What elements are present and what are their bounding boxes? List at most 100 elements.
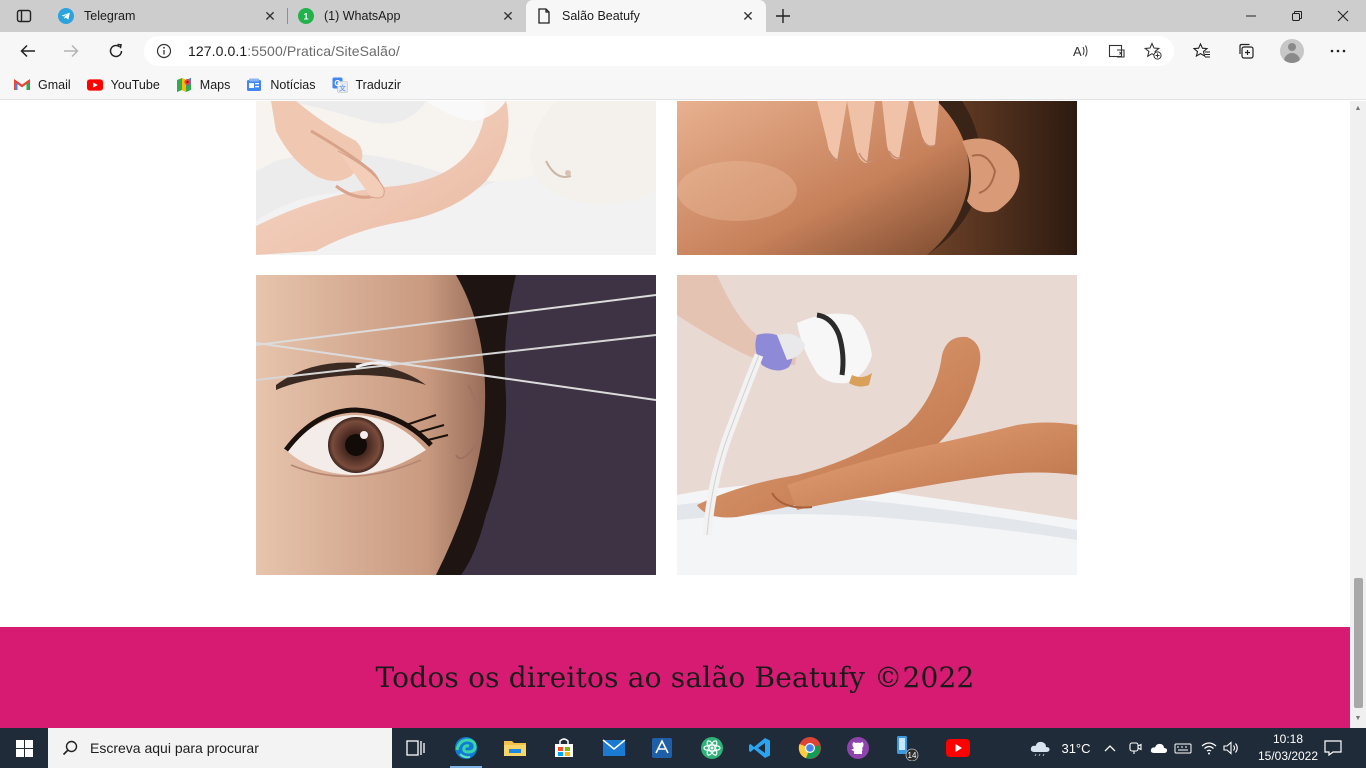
mail-icon <box>602 739 626 756</box>
read-aloud-icon[interactable]: A <box>1070 41 1092 61</box>
volume-button[interactable] <box>1220 728 1242 768</box>
add-favorite-icon[interactable] <box>1142 41 1164 61</box>
store-icon <box>555 738 573 757</box>
whatsapp-icon: 1 <box>298 8 314 24</box>
footer-copyright: Todos os direitos ao salão Beatufy ©2022 <box>375 661 975 694</box>
onedrive-button[interactable] <box>1148 728 1170 768</box>
clock-date: 15/03/2022 <box>1257 749 1319 763</box>
wifi-button[interactable] <box>1198 728 1220 768</box>
url-path: :5500/Pratica/SiteSalão/ <box>247 43 400 59</box>
tab-bar: Telegram ✕ 1 (1) WhatsApp ✕ Salão Beatuf… <box>0 0 1366 32</box>
restore-icon <box>1292 11 1302 21</box>
chrome-button[interactable] <box>786 728 834 768</box>
address-bar[interactable]: 127.0.0.1:5500/Pratica/SiteSalão/ A <box>144 36 1174 66</box>
close-tab-icon[interactable]: ✕ <box>500 8 516 24</box>
bookmark-news[interactable]: Notícias <box>246 77 316 93</box>
taskbar-clock[interactable]: 10:18 15/03/2022 <box>1252 731 1324 765</box>
bookmark-label: Maps <box>199 77 231 92</box>
immersive-reader-icon[interactable] <box>1106 41 1128 61</box>
show-hidden-icons-button[interactable] <box>1100 728 1120 768</box>
edge-taskbar-button[interactable] <box>442 728 490 768</box>
settings-menu-button[interactable] <box>1322 35 1354 67</box>
input-indicator[interactable] <box>1172 728 1194 768</box>
massage-image <box>677 101 1077 255</box>
app-icon <box>652 738 672 758</box>
tab-telegram[interactable]: Telegram ✕ <box>48 0 288 32</box>
refresh-button[interactable] <box>100 35 132 67</box>
close-icon <box>1337 10 1349 22</box>
search-placeholder: Escreva aqui para procurar <box>90 740 259 756</box>
page-scrollbar[interactable]: ▲ ▼ <box>1350 101 1366 728</box>
weather-widget[interactable]: 31°C <box>1024 728 1096 768</box>
site-info-icon[interactable] <box>156 43 172 59</box>
forward-arrow-icon <box>64 44 79 58</box>
bookmark-label: Gmail <box>38 77 71 92</box>
minimize-button[interactable] <box>1228 0 1274 32</box>
atom-button[interactable] <box>688 728 736 768</box>
more-options-icon <box>1330 49 1346 53</box>
tab-label: (1) WhatsApp <box>324 9 401 23</box>
translate-icon: G文 <box>332 77 348 93</box>
notifications-button[interactable] <box>1318 728 1348 768</box>
github-icon <box>847 737 869 759</box>
store-button[interactable] <box>540 728 588 768</box>
bookmark-maps[interactable]: Maps <box>176 77 231 93</box>
restore-button[interactable] <box>1274 0 1320 32</box>
start-button[interactable] <box>0 728 48 768</box>
news-icon <box>246 77 262 93</box>
chevron-up-icon <box>1104 745 1116 752</box>
phone-link-button[interactable]: 14 <box>884 728 932 768</box>
facial-mask-image <box>256 101 656 255</box>
collections-button[interactable] <box>1230 35 1262 67</box>
url-text: 127.0.0.1:5500/Pratica/SiteSalão/ <box>188 43 400 59</box>
azure-data-studio-button[interactable] <box>638 728 686 768</box>
bookmark-label: Notícias <box>270 77 316 92</box>
task-view-button[interactable] <box>392 728 440 768</box>
taskbar-search[interactable]: Escreva aqui para procurar <box>48 728 392 768</box>
chrome-icon <box>798 737 821 759</box>
maps-icon <box>176 77 192 93</box>
profile-button[interactable] <box>1276 35 1308 67</box>
tab-actions-button[interactable] <box>10 6 38 26</box>
svg-text:1: 1 <box>303 12 308 22</box>
close-tab-icon[interactable]: ✕ <box>740 8 756 24</box>
tab-whatsapp[interactable]: 1 (1) WhatsApp ✕ <box>288 0 526 32</box>
search-icon <box>62 740 78 756</box>
laser-hair-removal-image <box>677 275 1077 575</box>
youtube-taskbar-button[interactable] <box>934 728 982 768</box>
minimize-icon <box>1246 15 1256 17</box>
close-tab-icon[interactable]: ✕ <box>262 8 278 24</box>
bookmark-translate[interactable]: G文 Traduzir <box>332 77 401 93</box>
bookmark-gmail[interactable]: Gmail <box>14 77 71 93</box>
scroll-down-icon[interactable]: ▼ <box>1354 715 1362 723</box>
close-window-button[interactable] <box>1320 0 1366 32</box>
windows-logo-icon <box>15 739 33 757</box>
tab-label: Telegram <box>84 9 136 23</box>
mail-button[interactable] <box>590 728 638 768</box>
notification-center-icon <box>1324 740 1342 756</box>
scroll-up-icon[interactable]: ▲ <box>1354 105 1362 113</box>
weather-temperature: 31°C <box>1061 740 1091 756</box>
wifi-icon <box>1201 742 1217 755</box>
favorites-button[interactable] <box>1186 35 1218 67</box>
tab-salao-beatufy[interactable]: Salão Beatufy ✕ <box>526 0 766 32</box>
url-host: 127.0.0.1 <box>188 43 248 59</box>
windows-taskbar: Escreva aqui para procurar 14 31°C 10:18… <box>0 728 1366 768</box>
bookmark-label: YouTube <box>110 77 160 92</box>
meet-icon <box>1129 742 1142 754</box>
vscode-button[interactable] <box>736 728 784 768</box>
file-explorer-button[interactable] <box>491 728 539 768</box>
speaker-icon <box>1223 741 1238 755</box>
bookmark-youtube[interactable]: YouTube <box>86 77 160 93</box>
telegram-icon <box>58 8 74 24</box>
github-desktop-button[interactable] <box>834 728 882 768</box>
new-tab-button[interactable] <box>770 4 796 28</box>
svg-text:文: 文 <box>339 83 346 92</box>
collections-icon <box>1239 43 1254 59</box>
forward-button[interactable] <box>55 35 87 67</box>
scroll-thumb[interactable] <box>1354 578 1363 708</box>
gmail-icon <box>14 77 30 93</box>
meet-now-button[interactable] <box>1124 728 1146 768</box>
bookmarks-bar: Gmail YouTube Maps Notícias G文 Traduzir <box>0 70 1366 100</box>
back-button[interactable] <box>12 35 44 67</box>
